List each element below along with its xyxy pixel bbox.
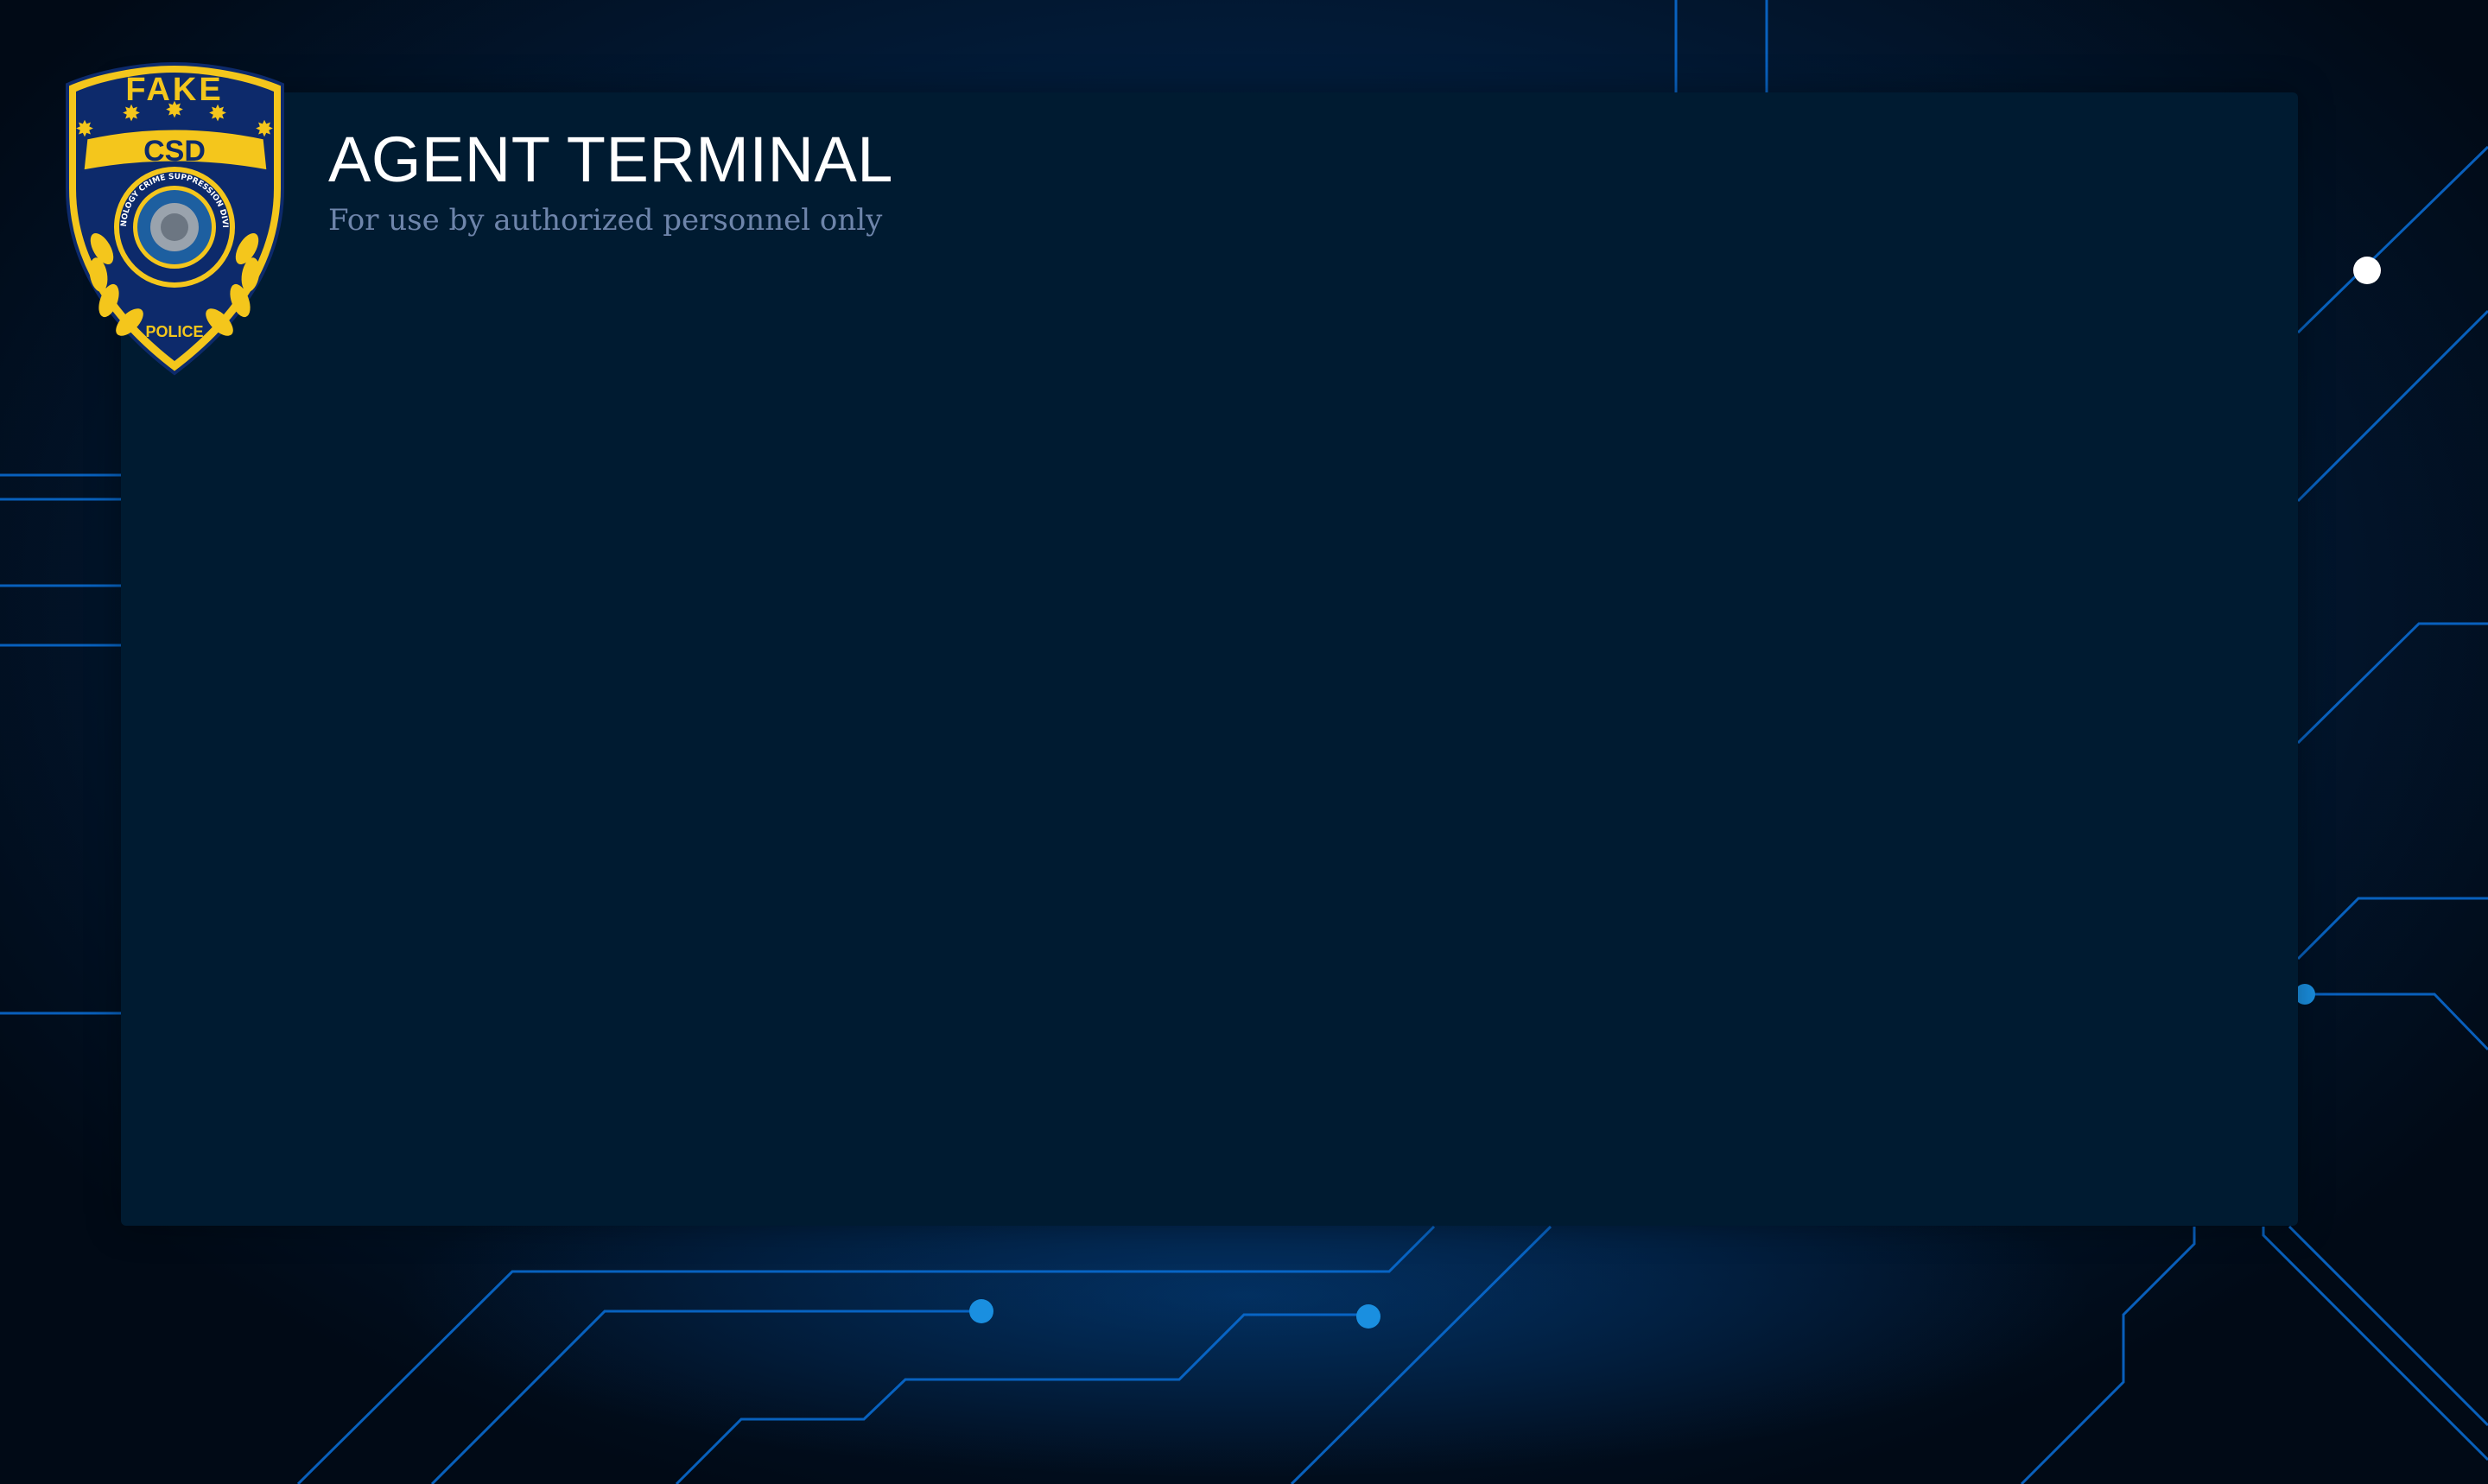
page-subtitle: For use by authorized personnel only [328,203,883,238]
police-badge-logo: FAKE ✸ ✸ ✸ ✸ ✸ CSD TECHNOLOGY CRIME SUPP… [60,59,284,376]
badge-banner-text: CSD [143,135,206,168]
svg-text:✸: ✸ [122,101,141,127]
page-title: AGENT TERMINAL [328,124,893,195]
terminal-panel [121,92,2298,1226]
svg-text:✸: ✸ [165,98,184,124]
badge-bottom-text: POLICE [145,323,203,340]
svg-text:✸: ✸ [208,101,227,127]
